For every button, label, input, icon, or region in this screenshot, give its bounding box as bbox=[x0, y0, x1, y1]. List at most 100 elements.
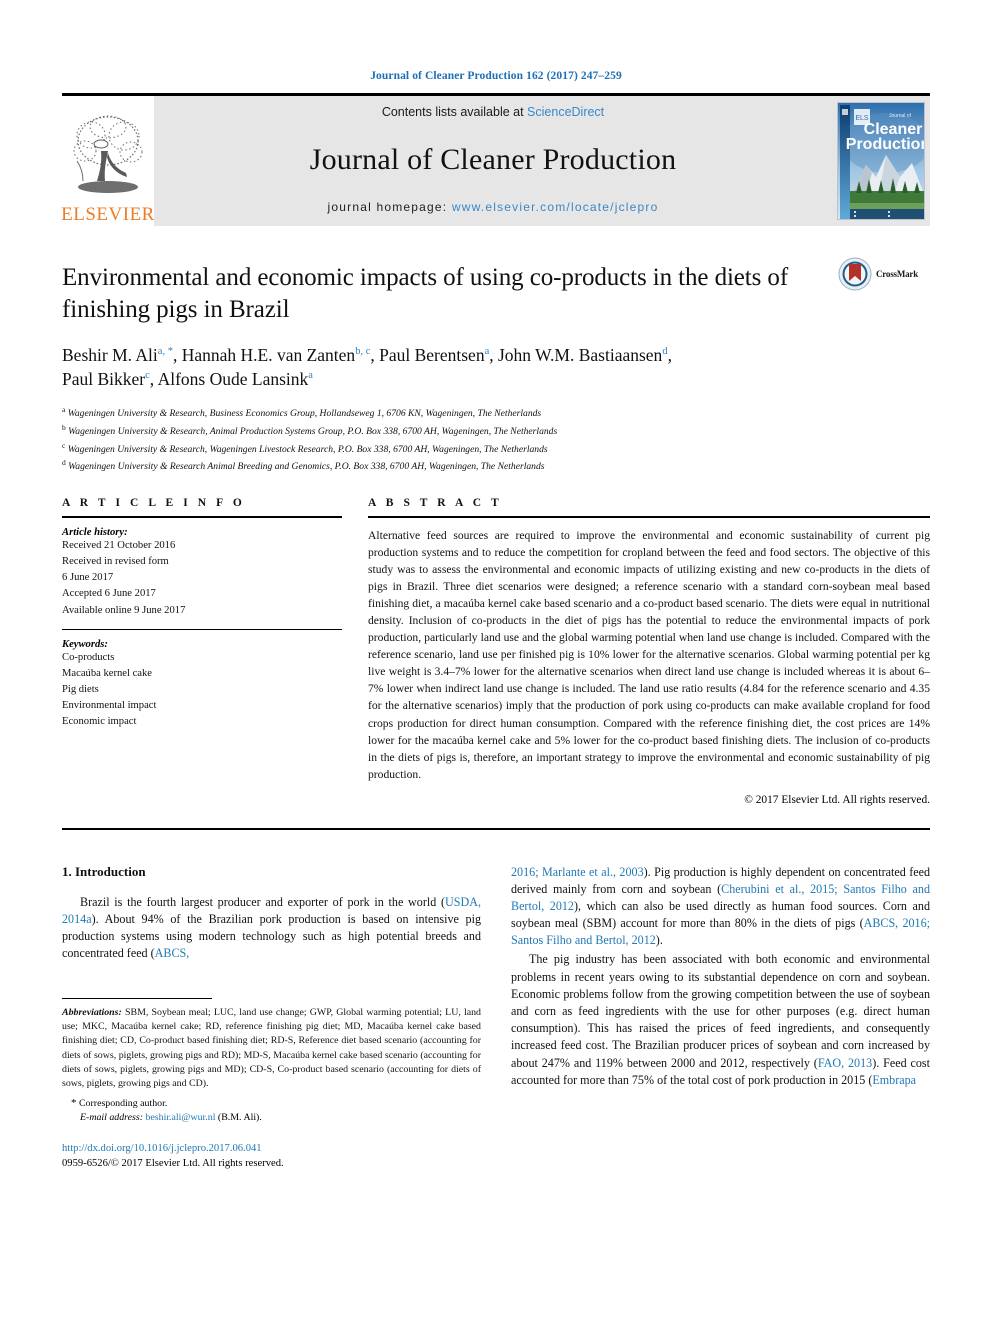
affiliation-item: b Wageningen University & Research, Anim… bbox=[62, 422, 930, 440]
affiliation-text: Wageningen University & Research, Animal… bbox=[68, 426, 558, 438]
page-title: Environmental and economic impacts of us… bbox=[62, 264, 789, 323]
history-item: Received 21 October 2016 bbox=[62, 540, 176, 552]
history-item: Received in revised form bbox=[62, 556, 169, 568]
homepage-url-link[interactable]: www.elsevier.com/locate/jclepro bbox=[452, 200, 659, 214]
paragraph-text: The pig industry has been associated wit… bbox=[511, 952, 930, 1070]
abstract-heading: A B S T R A C T bbox=[368, 497, 503, 510]
author-affil-marker[interactable]: d bbox=[662, 346, 667, 357]
affiliation-marker: b bbox=[62, 423, 66, 432]
svg-text:Production: Production bbox=[846, 136, 925, 153]
journal-cover-thumbnail: ELS Journal of Cleaner Production bbox=[837, 102, 925, 220]
author-affil-marker[interactable]: b, c bbox=[355, 346, 370, 357]
citation-link[interactable]: FAO, 2013 bbox=[818, 1056, 872, 1070]
divider bbox=[62, 516, 342, 519]
email-suffix: (B.M. Ali). bbox=[215, 1111, 262, 1123]
keywords-list: Co-products Macaúba kernel cake Pig diet… bbox=[62, 650, 342, 730]
paper-page: Journal of Cleaner Production 162 (2017)… bbox=[0, 0, 992, 1323]
history-item: 6 June 2017 bbox=[62, 572, 114, 584]
corresponding-author-note: * Corresponding author. bbox=[62, 1095, 481, 1112]
title-block: CrossMark Environmental and economic imp… bbox=[62, 226, 930, 475]
affiliation-text: Wageningen University & Research, Busine… bbox=[67, 408, 542, 420]
crossmark-label: CrossMark bbox=[876, 269, 919, 279]
body-columns: 1. Introduction Brazil is the fourth lar… bbox=[62, 830, 930, 1173]
running-head: Journal of Cleaner Production 162 (2017)… bbox=[370, 70, 622, 82]
affiliation-item: c Wageningen University & Research, Wage… bbox=[62, 440, 930, 458]
keywords-label: Keywords: bbox=[62, 638, 108, 650]
doi-link[interactable]: http://dx.doi.org/10.1016/j.jclepro.2017… bbox=[62, 1141, 481, 1157]
author-name: , Paul Berentsen bbox=[370, 345, 485, 365]
keyword-item: Macaúba kernel cake bbox=[62, 667, 152, 679]
author-name: , Alfons Oude Lansink bbox=[149, 369, 309, 390]
svg-text:Journal of: Journal of bbox=[889, 113, 912, 119]
affiliation-item: a Wageningen University & Research, Busi… bbox=[62, 404, 930, 422]
section-heading-introduction: 1. Introduction bbox=[62, 863, 146, 879]
keyword-item: Pig diets bbox=[62, 683, 99, 695]
affiliation-marker: c bbox=[62, 440, 66, 450]
abstract-copyright: © 2017 Elsevier Ltd. All rights reserved… bbox=[744, 793, 930, 806]
history-item: Accepted 6 June 2017 bbox=[62, 588, 156, 600]
footnote-divider bbox=[62, 998, 212, 1000]
sciencedirect-link[interactable]: ScienceDirect bbox=[527, 105, 604, 119]
contents-lists-line: Contents lists available at ScienceDirec… bbox=[382, 105, 604, 119]
abstract-text: Alternative feed sources are required to… bbox=[368, 529, 930, 781]
abbreviations-footnote: Abbreviations: SBM, Soybean meal; LUC, l… bbox=[62, 1006, 481, 1090]
affiliation-item: d Wageningen University & Research Anima… bbox=[62, 457, 930, 475]
body-column-right: 2016; Marlante et al., 2003). Pig produc… bbox=[511, 864, 930, 1173]
abbreviations-text: SBM, Soybean meal; LUC, land use change;… bbox=[62, 1007, 481, 1089]
keyword-item: Co-products bbox=[62, 651, 115, 663]
elsevier-logo: ELSEVIER bbox=[61, 96, 155, 226]
author-name: Paul Bikker bbox=[62, 369, 146, 390]
journal-title: Journal of Cleaner Production bbox=[309, 143, 677, 176]
info-abstract-row: A R T I C L E I N F O Article history: R… bbox=[62, 475, 930, 806]
keyword-item: Economic impact bbox=[62, 716, 137, 727]
article-info-heading: A R T I C L E I N F O bbox=[62, 497, 246, 510]
journal-cover-container: ELS Journal of Cleaner Production bbox=[832, 96, 930, 226]
email-link[interactable]: beshir.ali@wur.nl bbox=[145, 1112, 215, 1123]
affiliation-text: Wageningen University & Research, Wageni… bbox=[67, 443, 548, 455]
article-history-label: Article history: bbox=[62, 527, 128, 539]
article-info-column: A R T I C L E I N F O Article history: R… bbox=[62, 497, 342, 805]
author-affil-marker[interactable]: a, * bbox=[158, 346, 173, 357]
author-list: Beshir M. Alia, *, Hannah H.E. van Zante… bbox=[62, 345, 672, 390]
email-label: E-mail address: bbox=[80, 1111, 143, 1123]
journal-masthead: ELSEVIER Contents lists available at Sci… bbox=[61, 93, 930, 226]
journal-cover-art: ELS Journal of Cleaner Production bbox=[838, 103, 925, 219]
abbreviations-label: Abbreviations: bbox=[62, 1007, 122, 1019]
crossmark-icon bbox=[838, 257, 872, 291]
email-note: E-mail address: beshir.ali@wur.nl (B.M. … bbox=[62, 1112, 481, 1123]
footnotes-block: Abbreviations: SBM, Soybean meal; LUC, l… bbox=[62, 998, 481, 1172]
author-name: Beshir M. Ali bbox=[62, 345, 158, 365]
elsevier-wordmark: ELSEVIER bbox=[61, 204, 155, 225]
corresponding-text: Corresponding author. bbox=[78, 1097, 168, 1109]
author-name: , John W.M. Bastiaansen bbox=[489, 345, 663, 365]
journal-homepage-line: journal homepage: www.elsevier.com/locat… bbox=[328, 200, 659, 214]
author-name: , Hannah H.E. van Zanten bbox=[172, 345, 356, 365]
paragraph-text: Brazil is the fourth largest producer an… bbox=[80, 894, 446, 909]
affiliation-marker: d bbox=[62, 458, 66, 468]
doi-block: http://dx.doi.org/10.1016/j.jclepro.2017… bbox=[62, 1141, 481, 1173]
crossmark-badge[interactable]: CrossMark bbox=[838, 254, 930, 294]
abstract-column: A B S T R A C T Alternative feed sources… bbox=[368, 497, 930, 806]
contents-prefix: Contents lists available at bbox=[381, 105, 528, 119]
paragraph: The pig industry has been associated wit… bbox=[511, 951, 930, 1088]
divider bbox=[62, 628, 342, 630]
issn-copyright-line: 0959-6526/© 2017 Elsevier Ltd. All right… bbox=[62, 1158, 284, 1170]
history-item: Available online 9 June 2017 bbox=[62, 604, 186, 616]
masthead-center: Contents lists available at ScienceDirec… bbox=[154, 96, 832, 226]
keyword-item: Environmental impact bbox=[62, 699, 157, 711]
paragraph-text: ). About 94% of the Brazilian pork produ… bbox=[62, 911, 481, 961]
citation-link[interactable]: ABCS, bbox=[155, 946, 190, 960]
affiliation-text: Wageningen University & Research Animal … bbox=[68, 461, 545, 473]
citation-link[interactable]: 2016; Marlante et al., 2003 bbox=[511, 865, 644, 879]
divider bbox=[368, 516, 930, 519]
author-affil-marker[interactable]: a bbox=[308, 370, 313, 381]
article-history-list: Received 21 October 2016 Received in rev… bbox=[62, 538, 342, 618]
citation-link[interactable]: Embrapa bbox=[872, 1073, 916, 1087]
paragraph: 2016; Marlante et al., 2003). Pig produc… bbox=[511, 864, 930, 950]
body-column-left: 1. Introduction Brazil is the fourth lar… bbox=[62, 864, 481, 1173]
paragraph-text: ). bbox=[655, 933, 663, 948]
affiliation-list: a Wageningen University & Research, Busi… bbox=[62, 404, 930, 475]
asterisk-icon: * bbox=[71, 1096, 77, 1109]
elsevier-tree-icon bbox=[73, 115, 143, 193]
affiliation-marker: a bbox=[62, 405, 66, 415]
